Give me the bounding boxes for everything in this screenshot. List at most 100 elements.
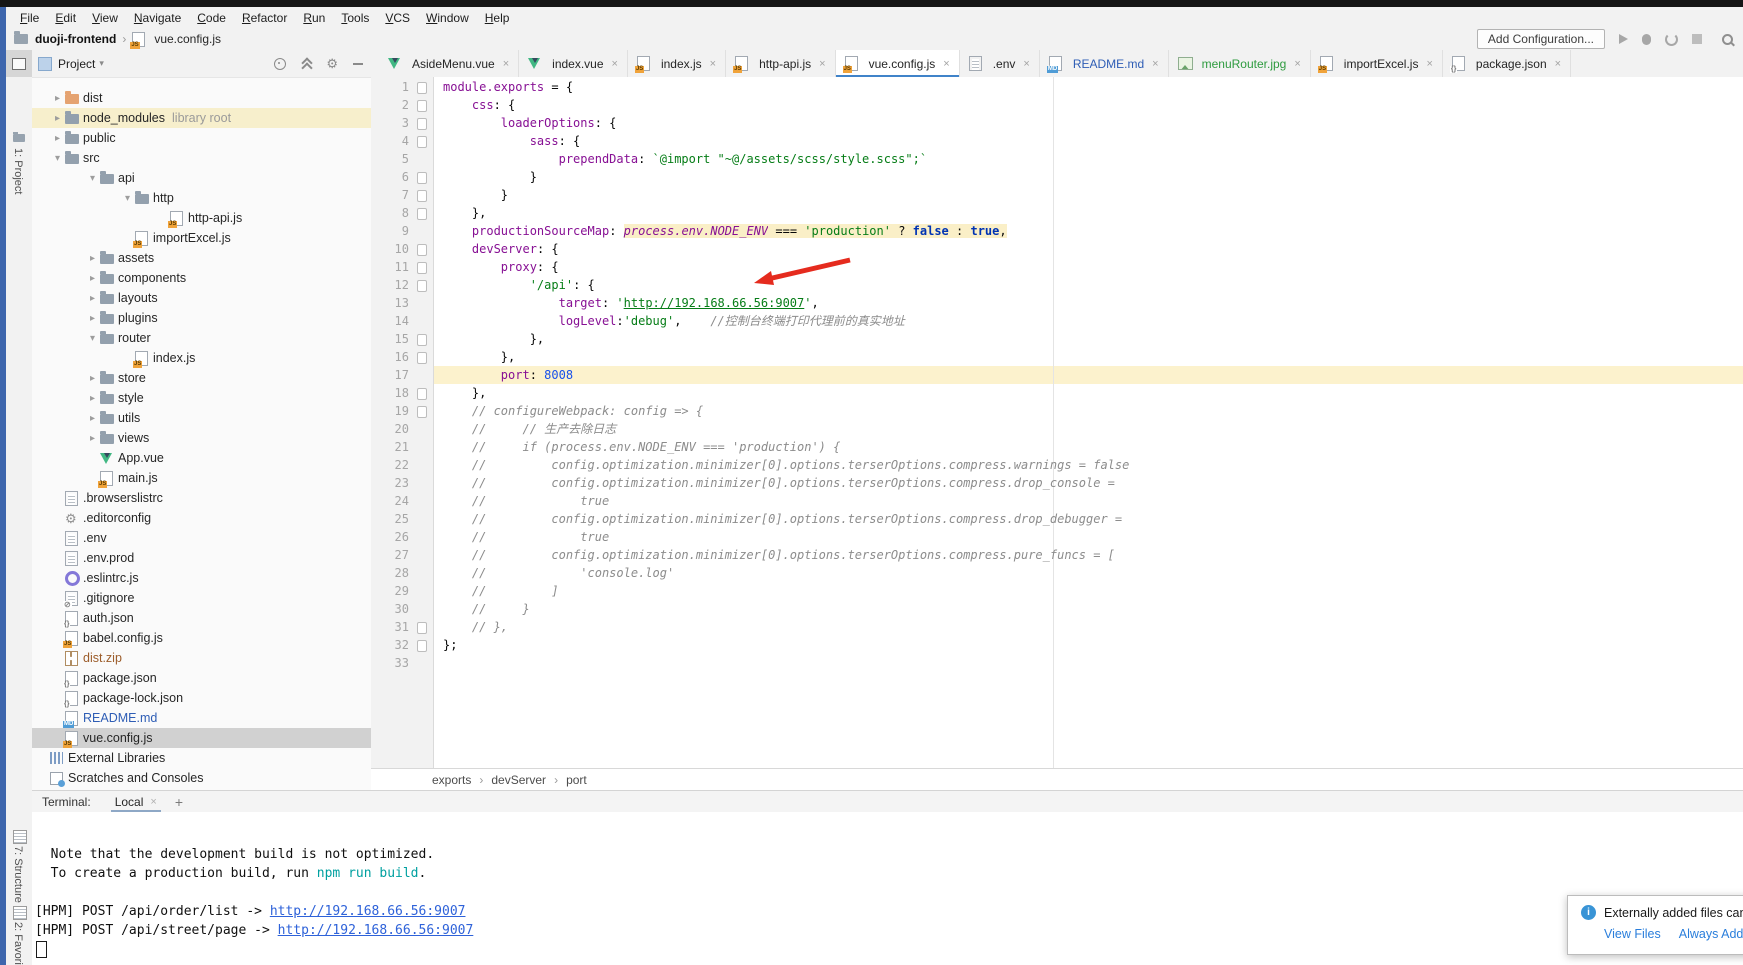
terminal-link[interactable]: http://192.168.66.56:9007 [270,904,466,919]
fold-marker[interactable] [417,82,427,94]
close-icon[interactable]: × [710,58,716,70]
editor-tab-package.json[interactable]: {}package.json× [1443,50,1571,77]
fold-marker[interactable] [417,622,427,634]
tree-row-.env.prod[interactable]: .env.prod [32,548,371,568]
menu-window[interactable]: Window [418,9,477,27]
tree-row-api[interactable]: ▾api [32,168,371,188]
fold-marker[interactable] [417,262,427,274]
menu-file[interactable]: File [12,9,47,27]
notification-action-always-add[interactable]: Always Add [1679,927,1743,941]
tree-chevron-icon[interactable]: ▸ [85,373,100,384]
tree-chevron-icon[interactable]: ▸ [50,133,65,144]
tree-row-assets[interactable]: ▸assets [32,248,371,268]
hide-panel-icon[interactable] [353,63,363,65]
search-everywhere-icon[interactable] [1722,34,1733,45]
tree-chevron-icon[interactable]: ▸ [85,293,100,304]
fold-marker[interactable] [417,640,427,652]
menu-vcs[interactable]: VCS [377,9,418,27]
tree-chevron-icon[interactable]: ▾ [85,173,100,184]
stop-icon[interactable] [1692,34,1702,44]
editor-tab-vue.config.js[interactable]: JSvue.config.js× [836,50,960,77]
tree-row-package-lock.json[interactable]: {}package-lock.json [32,688,371,708]
tree-row-External-Libraries[interactable]: External Libraries [32,748,371,768]
project-panel-title[interactable]: Project [58,57,95,71]
tree-row-vue.config.js[interactable]: JSvue.config.js [32,728,371,748]
tree-row-dist[interactable]: ▸dist [32,88,371,108]
tree-row-style[interactable]: ▸style [32,388,371,408]
tree-chevron-icon[interactable]: ▸ [85,273,100,284]
close-icon[interactable]: × [612,58,618,70]
menu-help[interactable]: Help [477,9,518,27]
breadcrumb-project[interactable]: duoji-frontend [35,32,116,46]
tree-row-.editorconfig[interactable]: ⚙.editorconfig [32,508,371,528]
tree-row-package.json[interactable]: {}package.json [32,668,371,688]
fold-marker[interactable] [417,244,427,256]
tree-row-router[interactable]: ▾router [32,328,371,348]
tree-row-public[interactable]: ▸public [32,128,371,148]
tree-row-.env[interactable]: .env [32,528,371,548]
tree-chevron-icon[interactable]: ▾ [50,153,65,164]
editor-tab-AsideMenu.vue[interactable]: AsideMenu.vue× [379,50,519,77]
menu-navigate[interactable]: Navigate [126,9,189,27]
add-configuration-button[interactable]: Add Configuration... [1477,29,1605,49]
project-stripe-button[interactable] [6,50,32,77]
tree-chevron-icon[interactable]: ▾ [85,333,100,344]
tree-row-dist.zip[interactable]: dist.zip [32,648,371,668]
fold-marker[interactable] [417,190,427,202]
editor-tab-importExcel.js[interactable]: JSimportExcel.js× [1311,50,1443,77]
update-icon[interactable] [1665,33,1678,46]
tree-row-importExcel.js[interactable]: JSimportExcel.js [32,228,371,248]
tree-row-auth.json[interactable]: {}auth.json [32,608,371,628]
menu-view[interactable]: View [84,9,126,27]
tree-row-components[interactable]: ▸components [32,268,371,288]
tree-row-.browserslistrc[interactable]: .browserslistrc [32,488,371,508]
tree-chevron-icon[interactable]: ▸ [85,313,100,324]
stripe-label-structure[interactable]: 7: Structure [12,846,24,903]
tree-row-index.js[interactable]: JSindex.js [32,348,371,368]
editor-tab-README.md[interactable]: MDREADME.md× [1040,50,1169,77]
terminal-tab-local[interactable]: Local × [111,791,161,813]
tree-row-node_modules[interactable]: ▸node_moduleslibrary root [32,108,371,128]
close-icon[interactable]: × [1023,58,1029,70]
tree-row-layouts[interactable]: ▸layouts [32,288,371,308]
fold-marker[interactable] [417,208,427,220]
tree-row-README.md[interactable]: MDREADME.md [32,708,371,728]
menu-refactor[interactable]: Refactor [234,9,295,27]
stripe-label-favorites[interactable]: 2: Favorites [12,922,24,965]
tree-chevron-icon[interactable]: ▸ [85,393,100,404]
tree-chevron-icon[interactable]: ▸ [50,113,65,124]
close-icon[interactable]: × [150,796,156,808]
close-icon[interactable]: × [1152,58,1158,70]
breadcrumb-exports[interactable]: exports [432,773,471,787]
tree-chevron-icon[interactable]: ▸ [50,93,65,104]
tree-row-store[interactable]: ▸store [32,368,371,388]
stripe-label-project[interactable]: 1: Project [12,148,24,194]
tree-chevron-icon[interactable]: ▸ [85,413,100,424]
tree-row-Scratches-and-Consoles[interactable]: Scratches and Consoles [32,768,371,788]
editor-tab-http-api.js[interactable]: JShttp-api.js× [726,50,835,77]
terminal-console[interactable]: Note that the development build is not o… [32,812,1743,965]
menu-code[interactable]: Code [189,9,234,27]
tree-chevron-icon[interactable]: ▾ [120,193,135,204]
close-icon[interactable]: × [1555,58,1561,70]
fold-marker[interactable] [417,100,427,112]
notification-action-view-files[interactable]: View Files [1604,927,1661,941]
breadcrumb-port[interactable]: port [566,773,587,787]
editor-tab-menuRouter.jpg[interactable]: menuRouter.jpg× [1169,50,1311,77]
gear-icon[interactable]: ⚙ [326,57,338,70]
run-icon[interactable] [1619,34,1628,44]
fold-marker[interactable] [417,388,427,400]
tree-row-.gitignore[interactable]: ⊘.gitignore [32,588,371,608]
debug-icon[interactable] [1642,34,1651,45]
fold-marker[interactable] [417,136,427,148]
collapse-all-icon[interactable] [301,59,311,69]
tree-row-views[interactable]: ▸views [32,428,371,448]
editor-tab-index.js[interactable]: JSindex.js× [628,50,726,77]
tree-row-babel.config.js[interactable]: JSbabel.config.js [32,628,371,648]
breadcrumb-devServer[interactable]: devServer [491,773,546,787]
locate-file-icon[interactable] [274,58,286,70]
code-editor[interactable]: 1234567891011121314151617181920212223242… [371,77,1743,768]
terminal-link[interactable]: http://192.168.66.56:9007 [278,923,474,938]
chevron-down-icon[interactable]: ▾ [99,58,104,69]
tree-chevron-icon[interactable]: ▸ [85,433,100,444]
